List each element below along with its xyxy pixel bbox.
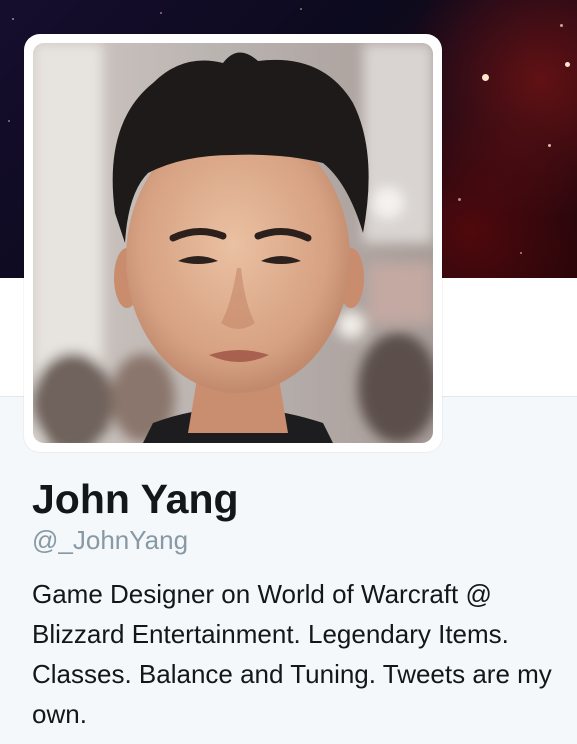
banner-star [458,198,461,201]
avatar-frame[interactable] [24,34,442,452]
profile-handle[interactable]: @_JohnYang [32,524,188,556]
banner-star [520,252,522,254]
avatar[interactable] [33,43,433,443]
profile-bio: Game Designer on World of Warcraft @ Bli… [32,579,552,729]
banner-star [160,12,162,14]
banner-star [12,18,14,20]
banner-star [565,62,570,67]
banner-star [560,24,563,27]
banner-star [300,8,302,10]
profile-name[interactable]: John Yang [32,474,239,524]
banner-star [548,144,551,147]
banner-star [8,120,10,122]
banner-star [482,74,489,81]
